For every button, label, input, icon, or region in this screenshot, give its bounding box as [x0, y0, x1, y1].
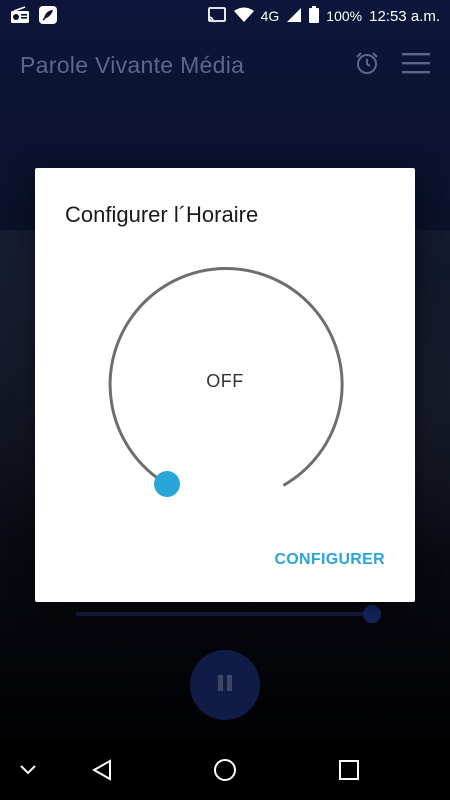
app-title: Parole Vivante Média	[20, 51, 245, 78]
status-bar: 4G 100% 12:53 a.m.	[0, 0, 450, 32]
configure-button[interactable]: CONFIGURER	[274, 551, 385, 569]
schedule-dialog: Configurer l´Horaire OFF CONFIGURER	[35, 168, 415, 602]
dialog-title: Configurer l´Horaire	[65, 202, 259, 227]
menu-icon[interactable]	[402, 52, 430, 79]
signal-icon	[286, 7, 302, 26]
recents-icon[interactable]	[333, 754, 365, 786]
wifi-icon	[233, 7, 254, 26]
clock: 12:53 a.m.	[369, 7, 440, 25]
dial-handle	[154, 471, 180, 497]
home-icon[interactable]	[209, 754, 241, 786]
chevron-down-icon[interactable]	[12, 754, 44, 786]
battery-icon	[309, 6, 320, 26]
battery-percent: 100%	[326, 8, 363, 24]
back-icon[interactable]	[86, 754, 118, 786]
navigation-bar	[0, 740, 450, 800]
dial-value: OFF	[206, 371, 244, 391]
alarm-clock-icon[interactable]	[354, 50, 380, 81]
app-toolbar: Parole Vivante Média	[0, 40, 450, 90]
cast-icon	[207, 6, 227, 26]
app-notification-icon	[38, 5, 58, 28]
network-type: 4G	[260, 8, 280, 24]
radio-icon	[10, 5, 30, 27]
